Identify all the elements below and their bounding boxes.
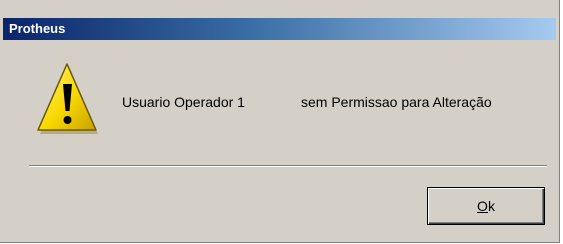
- separator: [29, 165, 547, 167]
- message-user-text: Usuario Operador 1: [122, 94, 245, 110]
- warning-icon: [37, 63, 98, 134]
- window-title: Protheus: [9, 21, 66, 36]
- ok-button[interactable]: Ok: [427, 187, 545, 225]
- title-bar[interactable]: Protheus: [3, 18, 556, 40]
- message-permission-text: sem Permissao para Alteração: [301, 94, 492, 110]
- message-dialog: Protheus Usuario Operador 1 sem Permissa…: [0, 0, 560, 243]
- ok-button-label: k: [487, 198, 495, 214]
- ok-button-mnemonic: O: [477, 198, 488, 214]
